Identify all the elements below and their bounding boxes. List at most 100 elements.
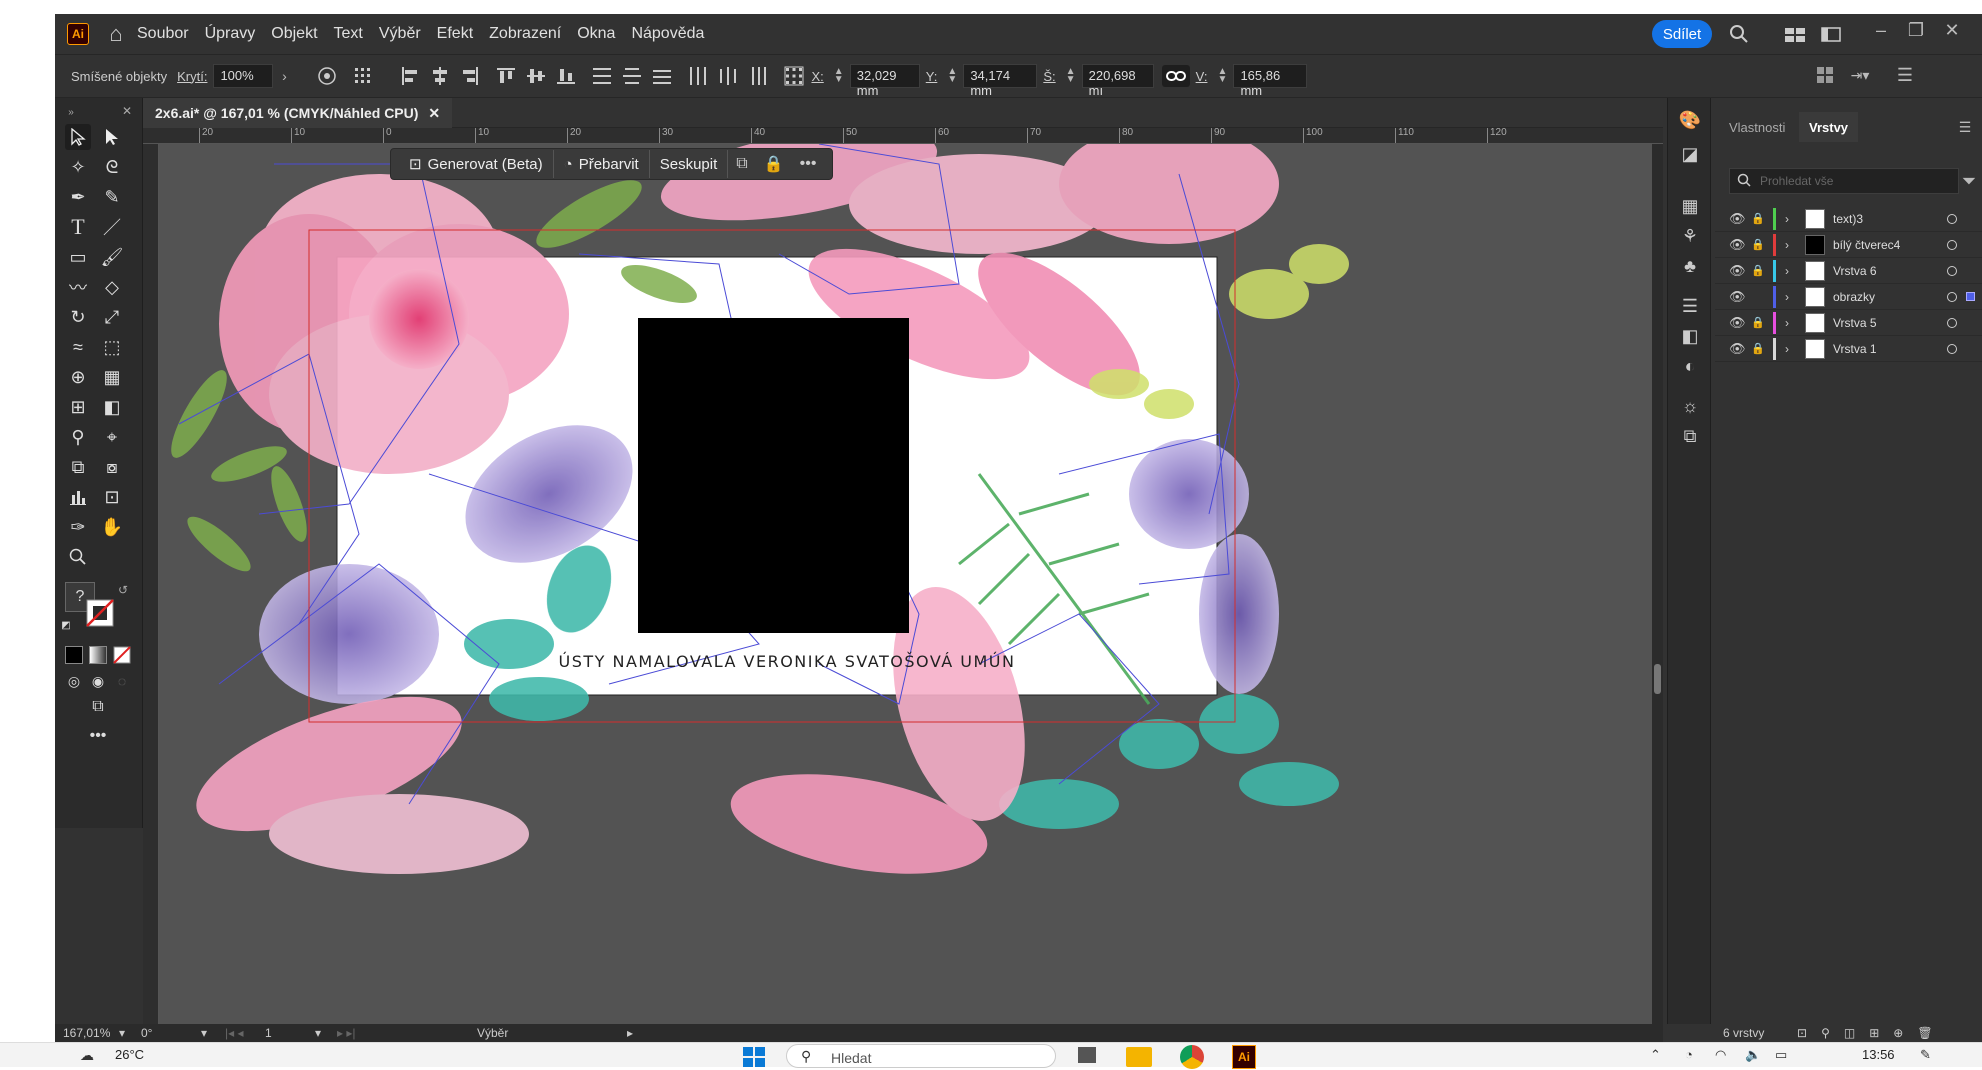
distribute-left-icon[interactable]: [687, 65, 709, 87]
new-layer-icon[interactable]: ⊕: [1893, 1026, 1903, 1040]
align-bottom-icon[interactable]: [555, 65, 577, 87]
gradient-mode-icon[interactable]: [89, 646, 107, 664]
shape-builder-tool-icon[interactable]: ⊕: [65, 364, 91, 390]
opacity-input[interactable]: 100%: [213, 64, 274, 88]
measure-tool-icon[interactable]: ⌖: [99, 424, 125, 450]
angle-dropdown-icon[interactable]: ▾: [201, 1026, 215, 1040]
more-tools-icon[interactable]: •••: [83, 727, 113, 744]
canvas[interactable]: ÚSTY NAMALOVALA VERONIKA SVATOŠOVÁ UMÚN: [159, 144, 1663, 1024]
expand-chevron-icon[interactable]: ›: [1785, 290, 1789, 304]
arrange-docs-icon[interactable]: [1819, 24, 1843, 44]
width-stepper[interactable]: ▲ ▼: [1066, 67, 1076, 85]
new-sublayer-icon[interactable]: ⊞: [1869, 1026, 1879, 1040]
expand-chevron-icon[interactable]: ›: [1785, 342, 1789, 356]
menu-effect[interactable]: Efekt: [429, 14, 481, 54]
column-graph-tool-icon[interactable]: [65, 484, 91, 510]
x-stepper[interactable]: ▲ ▼: [834, 67, 844, 85]
rotate-angle[interactable]: 0°: [141, 1026, 201, 1040]
magic-wand-tool-icon[interactable]: ✧: [65, 154, 91, 180]
align-right-icon[interactable]: [459, 65, 481, 87]
share-button[interactable]: Sdílet: [1652, 20, 1712, 48]
swap-fill-stroke-icon[interactable]: ↺: [115, 582, 131, 598]
close-panel-icon[interactable]: ✕: [117, 104, 137, 118]
layer-row[interactable]: 👁 🔒 › Vrstva 1: [1715, 336, 1982, 362]
transform-reference-icon[interactable]: [783, 65, 805, 87]
windows-start-icon[interactable]: [742, 1045, 770, 1067]
stroke-panel-icon[interactable]: ☰: [1678, 294, 1702, 318]
eraser-tool-icon[interactable]: ◇: [99, 274, 125, 300]
layer-search-input[interactable]: Prohledat vše: [1729, 168, 1959, 194]
menu-edit[interactable]: Úpravy: [197, 14, 264, 54]
expand-chevron-icon[interactable]: ›: [1785, 316, 1789, 330]
swatches-icon[interactable]: ▦: [1678, 194, 1702, 218]
close-tab-icon[interactable]: ✕: [428, 105, 440, 122]
target-circle-icon[interactable]: [1947, 317, 1957, 328]
default-colors-icon[interactable]: ◩: [59, 618, 73, 632]
distribute-vcenter-icon[interactable]: [621, 65, 643, 87]
shaper-tool-icon[interactable]: 〰: [65, 274, 91, 300]
grid-align-icon[interactable]: [353, 64, 383, 88]
menu-file[interactable]: Soubor: [129, 14, 197, 54]
menu-view[interactable]: Zobrazení: [481, 14, 569, 54]
lock-icon[interactable]: 🔒: [1751, 212, 1765, 225]
layer-row[interactable]: 👁 › obrazky: [1715, 284, 1982, 310]
selection-tool-icon[interactable]: [65, 124, 91, 150]
document-tab[interactable]: 2x6.ai* @ 167,01 % (CMYK/Náhled CPU) ✕: [143, 98, 453, 128]
x-input[interactable]: 32,029 mm: [849, 64, 920, 98]
task-view-icon[interactable]: [1078, 1047, 1096, 1063]
arrange-icon[interactable]: ⧉: [728, 155, 755, 173]
draw-behind-icon[interactable]: ◉: [89, 672, 107, 690]
menu-type[interactable]: Text: [326, 14, 371, 54]
search-icon[interactable]: [1727, 22, 1751, 46]
menu-object[interactable]: Objekt: [263, 14, 325, 54]
visibility-eye-icon[interactable]: 👁: [1729, 315, 1746, 331]
stroke-none-icon[interactable]: [85, 598, 115, 628]
appearance-icon[interactable]: ☼: [1678, 394, 1702, 418]
visibility-eye-icon[interactable]: 👁: [1729, 341, 1746, 357]
constrain-link-icon[interactable]: [1161, 65, 1190, 87]
maximize-icon[interactable]: ❐: [1905, 20, 1927, 40]
minimize-icon[interactable]: –: [1870, 20, 1892, 40]
artboard-number[interactable]: 1: [265, 1026, 315, 1040]
taskbar-search[interactable]: ⚲ Hledat: [786, 1044, 1056, 1068]
align-top-icon[interactable]: [495, 65, 517, 87]
weather-icon[interactable]: ☁: [80, 1047, 94, 1064]
scale-tool-icon[interactable]: ⤢: [99, 304, 125, 330]
lock-icon[interactable]: 🔒: [756, 154, 792, 174]
lock-icon[interactable]: 🔒: [1751, 264, 1765, 277]
transform-icon[interactable]: [1815, 65, 1835, 85]
warp-tool-icon[interactable]: ≈: [65, 334, 91, 360]
color-guide-icon[interactable]: ◪: [1678, 142, 1702, 166]
align-left-icon[interactable]: [399, 65, 421, 87]
scroll-thumb[interactable]: [1654, 664, 1661, 694]
close-icon[interactable]: ✕: [1941, 20, 1963, 40]
selection-indicator[interactable]: [1966, 292, 1975, 301]
direct-selection-tool-icon[interactable]: [99, 124, 125, 150]
zoom-level[interactable]: 167,01%: [63, 1026, 119, 1040]
visibility-eye-icon[interactable]: 👁: [1729, 237, 1746, 253]
clock[interactable]: 13:56: [1862, 1047, 1895, 1062]
artboard-tool-icon[interactable]: ⊡: [99, 484, 125, 510]
y-input[interactable]: 34,174 mm: [963, 64, 1038, 98]
blend-tool-icon[interactable]: ⧉: [65, 454, 91, 480]
more-options-icon[interactable]: •••: [792, 155, 825, 173]
opacity-label[interactable]: Krytí:: [177, 69, 207, 84]
generate-beta-button[interactable]: ⊡ Generovat (Beta): [399, 150, 554, 178]
layer-row[interactable]: 👁 🔒 › text)3: [1715, 206, 1982, 232]
workspace-icon[interactable]: [1783, 24, 1807, 44]
network-icon[interactable]: ◔: [1685, 1047, 1693, 1062]
layer-name[interactable]: text)3: [1833, 212, 1863, 226]
gradient-panel-icon[interactable]: ◧: [1678, 324, 1702, 348]
battery-icon[interactable]: ▭: [1775, 1047, 1787, 1063]
brushes-icon[interactable]: ⚘: [1678, 224, 1702, 248]
distribute-bottom-icon[interactable]: [651, 65, 673, 87]
next-artboard-icon[interactable]: ▸ ▸|: [337, 1026, 377, 1040]
layer-name[interactable]: bílý čtverec4: [1833, 238, 1900, 252]
prev-artboard-icon[interactable]: |◂ ◂: [225, 1026, 265, 1040]
weather-temp[interactable]: 26°C: [115, 1047, 144, 1062]
menu-window[interactable]: Okna: [569, 14, 623, 54]
isolate-icon[interactable]: ⇥▾: [1845, 65, 1875, 85]
artboard-dropdown-icon[interactable]: ▾: [315, 1026, 329, 1040]
free-transform-tool-icon[interactable]: ⬚: [99, 334, 125, 360]
layer-name[interactable]: Vrstva 1: [1833, 342, 1877, 356]
